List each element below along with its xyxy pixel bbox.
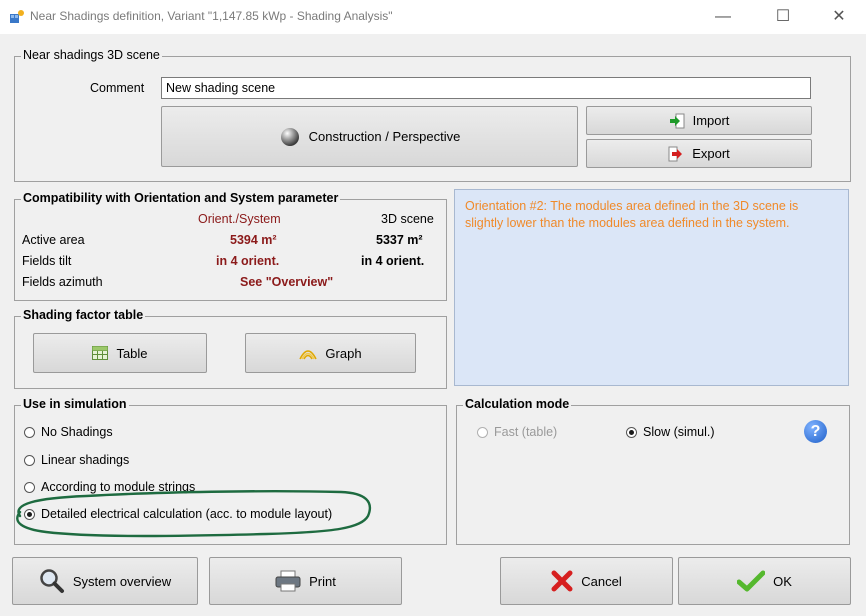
radio-no-shadings[interactable]: No Shadings	[24, 425, 113, 439]
minimize-button[interactable]: —	[700, 0, 746, 34]
scene-group-title: Near shadings 3D scene	[21, 48, 162, 62]
import-label: Import	[692, 113, 730, 128]
graph-button[interactable]: Graph	[245, 333, 416, 373]
shading-table-group-title: Shading factor table	[21, 308, 146, 322]
export-arrow-icon	[668, 146, 684, 162]
comment-label: Comment	[90, 81, 145, 95]
orientation-warning-text: Orientation #2: The modules area defined…	[465, 199, 799, 230]
construction-perspective-label: Construction / Perspective	[308, 129, 461, 144]
green-check-icon	[737, 570, 766, 592]
active-area-label: Active area	[22, 233, 85, 247]
green-annotation-loop	[16, 490, 372, 538]
system-overview-button[interactable]: System overview	[12, 557, 198, 605]
fields-azimuth-label: Fields azimuth	[22, 275, 103, 289]
radio-linear-shadings[interactable]: Linear shadings	[24, 453, 129, 467]
scene-3d-header: 3D scene	[381, 212, 434, 226]
table-grid-icon	[92, 346, 109, 360]
fields-tilt-orient-value: in 4 orient.	[216, 254, 280, 268]
cancel-label: Cancel	[581, 573, 622, 589]
radio-slow-simul[interactable]: Slow (simul.)	[626, 425, 715, 439]
simulation-group-title: Use in simulation	[21, 397, 129, 411]
ok-button[interactable]: OK	[678, 557, 851, 605]
active-area-scene-value: 5337 m²	[376, 233, 423, 247]
window-title: Near Shadings definition, Variant "1,147…	[30, 9, 393, 23]
orient-system-header: Orient./System	[198, 212, 281, 226]
red-x-icon	[551, 570, 573, 592]
export-button[interactable]: Export	[586, 139, 812, 168]
import-button[interactable]: Import	[586, 106, 812, 135]
print-label: Print	[309, 573, 336, 589]
maximize-button[interactable]: ☐	[760, 0, 806, 34]
radio-linear-shadings-label: Linear shadings	[41, 453, 130, 467]
radio-button[interactable]	[24, 426, 35, 438]
table-button[interactable]: Table	[33, 333, 207, 373]
fields-tilt-label: Fields tilt	[22, 254, 72, 268]
magnifier-icon	[39, 568, 65, 594]
active-area-orient-value: 5394 m²	[230, 233, 277, 247]
graph-label: Graph	[325, 345, 362, 361]
sun-graph-icon	[299, 346, 318, 360]
help-question-icon[interactable]: ?	[804, 420, 827, 443]
radio-fast-table: Fast (table)	[477, 425, 557, 439]
sphere-icon	[279, 126, 301, 148]
construction-perspective-button[interactable]: Construction / Perspective	[161, 106, 578, 167]
title-bar: Near Shadings definition, Variant "1,147…	[0, 0, 866, 34]
radio-button-disabled	[477, 426, 488, 438]
radio-slow-label: Slow (simul.)	[643, 425, 715, 439]
radio-button[interactable]	[24, 454, 35, 466]
calc-mode-group-title: Calculation mode	[463, 397, 572, 411]
comment-input[interactable]	[161, 77, 811, 99]
ok-label: OK	[773, 573, 792, 589]
fields-azimuth-orient-value: See "Overview"	[240, 275, 334, 289]
pvsyst-app-icon	[9, 9, 25, 25]
system-overview-label: System overview	[72, 573, 172, 589]
radio-button-selected[interactable]	[626, 426, 637, 438]
cancel-button[interactable]: Cancel	[500, 557, 673, 605]
printer-icon	[275, 570, 301, 592]
orientation-warning-box: Orientation #2: The modules area defined…	[454, 189, 849, 386]
radio-fast-label: Fast (table)	[494, 425, 558, 439]
compatibility-group-title: Compatibility with Orientation and Syste…	[21, 191, 341, 205]
print-button[interactable]: Print	[209, 557, 402, 605]
export-label: Export	[692, 146, 730, 161]
import-arrow-icon	[669, 113, 685, 129]
radio-no-shadings-label: No Shadings	[41, 425, 113, 439]
fields-tilt-scene-value: in 4 orient.	[361, 254, 425, 268]
table-label: Table	[116, 345, 148, 361]
close-button[interactable]: ✕	[816, 0, 862, 34]
